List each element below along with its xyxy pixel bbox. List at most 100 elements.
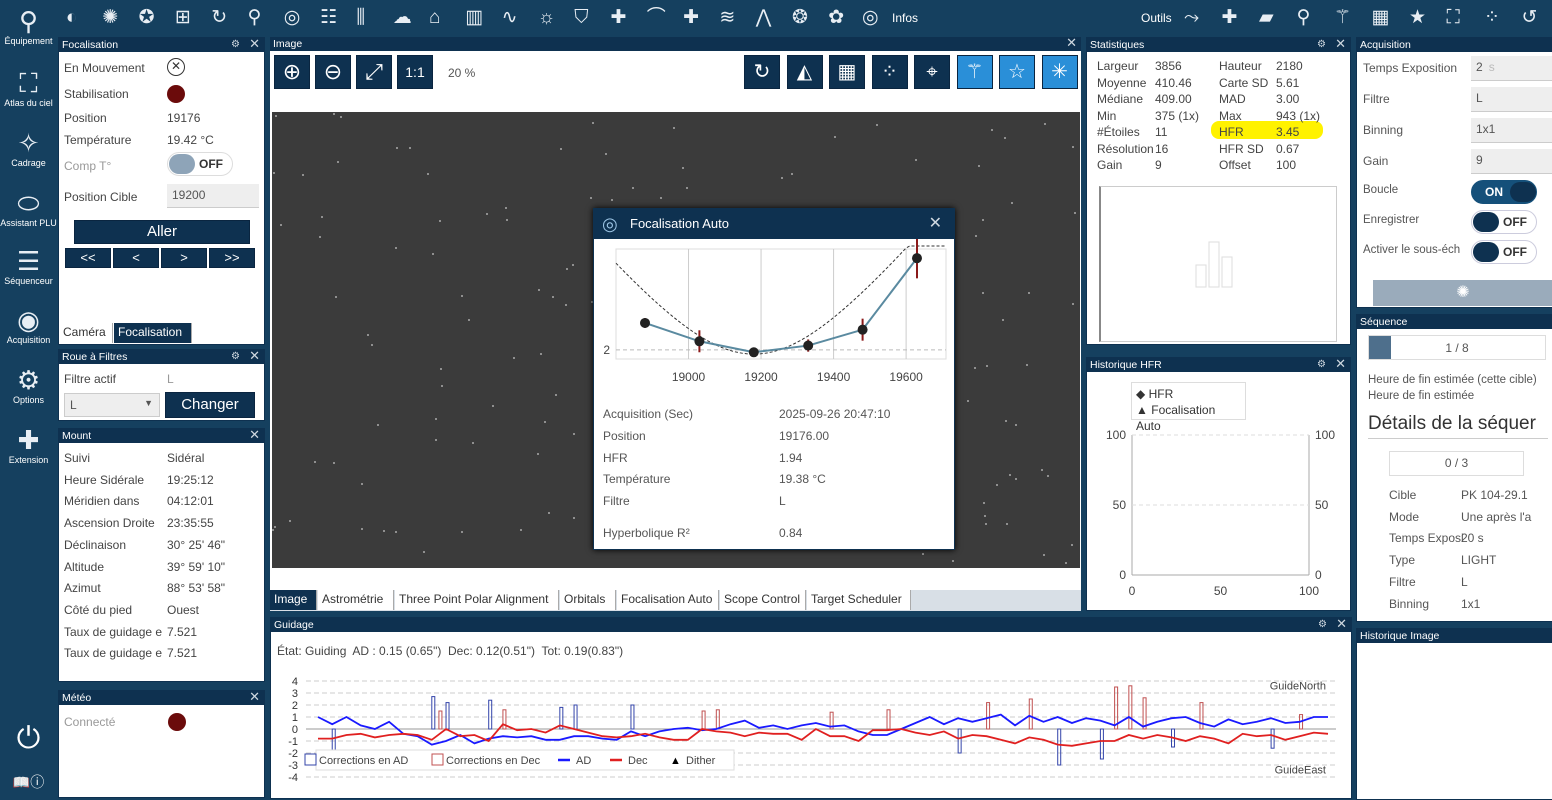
shield-icon[interactable]: ⛉ — [574, 6, 588, 30]
sidebar-item-1[interactable]: ⛶ Atlas du ciel — [0, 68, 57, 108]
sidebar-item-6[interactable]: ⚙ Options — [0, 365, 57, 405]
step-button-2[interactable]: > — [161, 248, 207, 268]
switch-list-icon[interactable]: ☷ — [320, 6, 337, 30]
dome-icon[interactable]: ⌂ — [429, 6, 440, 30]
bulb-icon[interactable]: ☼ — [538, 6, 555, 30]
step-button-1[interactable]: < — [113, 248, 159, 268]
tab-camera[interactable]: Caméra — [59, 323, 113, 343]
flip-button[interactable]: ◭ — [786, 55, 823, 89]
filter-wheel-icon[interactable]: ✪ — [139, 6, 155, 30]
sidebar-item-4[interactable]: ☰ Séquenceur — [0, 246, 57, 286]
one-to-one-button[interactable]: 1:1 — [397, 55, 433, 89]
star-icon[interactable]: ★ — [1409, 6, 1426, 30]
book-icon[interactable]: 📖 — [13, 774, 30, 790]
filter-select[interactable]: L ▼ — [64, 393, 160, 417]
step-button-3[interactable]: >> — [209, 248, 255, 268]
star — [435, 439, 438, 442]
image-tab-3[interactable]: Orbitals — [560, 590, 616, 610]
chart-icon[interactable]: ▥ — [465, 6, 483, 30]
zoom-out-button[interactable]: ⊖ — [315, 55, 351, 89]
settings-icon[interactable]: ⚙ — [231, 350, 240, 364]
framing-icon[interactable]: ⊞ — [175, 6, 191, 30]
info-icon[interactable]: ⓘ — [30, 774, 44, 790]
calculator-icon[interactable]: ▦ — [1372, 6, 1390, 30]
history-icon[interactable]: ↺ — [1522, 6, 1538, 30]
target-position-input[interactable]: 19200 — [167, 184, 259, 208]
image-tab-2[interactable]: Three Point Polar Alignment — [395, 590, 559, 610]
infos-icon[interactable]: ◎ — [862, 6, 879, 30]
image-tab-0[interactable]: Image — [270, 590, 317, 610]
capture-button[interactable]: ✺ — [1373, 280, 1552, 306]
star-annotate-button[interactable]: ☆ — [999, 55, 1035, 89]
tools-label[interactable]: Outils — [1141, 11, 1172, 25]
bahtinov-button[interactable]: ✳ — [1041, 55, 1078, 89]
close-icon[interactable]: ✕ — [249, 428, 260, 442]
crosshair-tool-icon[interactable]: ✚ — [1222, 6, 1238, 30]
close-icon[interactable]: ✕ — [1335, 357, 1346, 371]
flat-tool-icon[interactable]: ▰ — [1259, 6, 1274, 30]
close-icon[interactable]: ✕ — [929, 209, 942, 239]
settings-icon[interactable]: ⚙ — [1317, 38, 1326, 52]
image-tab-6[interactable]: Target Scheduler — [807, 590, 911, 610]
toggle-0[interactable]: ON — [1471, 180, 1537, 204]
toggle-2[interactable]: OFF — [1471, 240, 1537, 264]
acq-input[interactable]: 9 — [1471, 149, 1552, 174]
tab-focuser[interactable]: Focalisation — [114, 323, 192, 343]
auto-stretch-button[interactable]: ⚚ — [956, 55, 993, 89]
close-icon[interactable]: ✕ — [249, 349, 260, 363]
image-tab-1[interactable]: Astrométrie — [318, 590, 394, 610]
graph-icon[interactable]: ∿ — [502, 6, 518, 30]
constellation-tool-icon[interactable]: ⤳ — [1184, 6, 1199, 30]
telescope-icon[interactable]: ⚲ — [248, 6, 262, 30]
sidebar-item-5[interactable]: ◉ Acquisition — [0, 305, 57, 345]
fit-button[interactable]: ⤢ — [356, 55, 392, 89]
horizon-icon[interactable]: ⋀ — [756, 6, 772, 30]
temp-comp-toggle[interactable]: OFF — [167, 152, 233, 176]
sidebar-item-0[interactable]: ⚲ Équipement — [0, 6, 57, 46]
image-tab-5[interactable]: Scope Control — [720, 590, 806, 610]
rotate-button[interactable]: ↻ — [744, 55, 780, 89]
af-icon[interactable]: ⛶ — [1447, 6, 1460, 30]
puzzle-icon[interactable]: ✚ — [683, 6, 699, 30]
infos-label[interactable]: Infos — [892, 11, 918, 25]
close-icon[interactable]: ✕ — [1335, 37, 1346, 51]
acq-input[interactable]: 2s — [1471, 56, 1552, 81]
go-button[interactable]: Aller — [74, 220, 250, 244]
settings-icon[interactable]: ⚙ — [1317, 358, 1326, 372]
close-icon[interactable]: ✕ — [1336, 617, 1347, 631]
acq-input[interactable]: L — [1471, 87, 1552, 112]
image-tab-4[interactable]: Focalisation Auto — [617, 590, 719, 610]
acq-input[interactable]: 1x1 — [1471, 118, 1552, 143]
step-button-0[interactable]: << — [65, 248, 111, 268]
gear-flower-icon[interactable]: ✿ — [828, 6, 844, 30]
wheel-icon[interactable]: ❂ — [792, 6, 808, 30]
sidebar-item-2[interactable]: ✧ Cadrage — [0, 128, 57, 168]
settings-icon[interactable]: ⚙ — [231, 38, 240, 52]
settings-icon[interactable]: ⚙ — [1318, 618, 1327, 632]
sidebar-item-3[interactable]: ⬭ Assistant PLU — [0, 188, 57, 228]
wand-icon[interactable]: ⚚ — [1334, 6, 1351, 30]
toggle-1[interactable]: OFF — [1471, 210, 1537, 234]
guider-icon[interactable]: ◎ — [284, 6, 301, 30]
change-filter-button[interactable]: Changer — [165, 392, 255, 418]
sliders-icon[interactable]: ⫼ — [356, 6, 365, 30]
shutter-icon[interactable]: ✺ — [102, 6, 118, 30]
grid-button[interactable]: ▦ — [829, 55, 865, 89]
sidebar-item-7[interactable]: ✚ Extension — [0, 425, 57, 465]
close-icon[interactable]: ✕ — [249, 690, 260, 704]
search-star-icon[interactable]: ⚲ — [1297, 6, 1311, 30]
crosshair-button[interactable]: ⌖ — [914, 55, 950, 89]
close-icon[interactable]: ✕ — [249, 37, 260, 51]
zoom-in-button[interactable]: ⊕ — [274, 55, 310, 89]
power-button[interactable]: ⏻ — [0, 722, 57, 756]
star-detect-button[interactable]: ⁘ — [871, 55, 908, 89]
weather-icon[interactable]: ☁ — [393, 6, 412, 30]
rotator-icon[interactable]: ↻ — [211, 6, 227, 30]
curve-icon[interactable]: ⌒ — [647, 6, 666, 30]
plugin-icon[interactable]: ✚ — [611, 6, 627, 30]
star-field-icon[interactable]: ⁘ — [1484, 6, 1500, 30]
close-icon[interactable]: ✕ — [1066, 36, 1077, 50]
sky-icon[interactable]: ◐ — [66, 6, 77, 30]
layers-icon[interactable]: ≋ — [719, 6, 735, 30]
stat-label: #Étoiles — [1097, 125, 1140, 139]
